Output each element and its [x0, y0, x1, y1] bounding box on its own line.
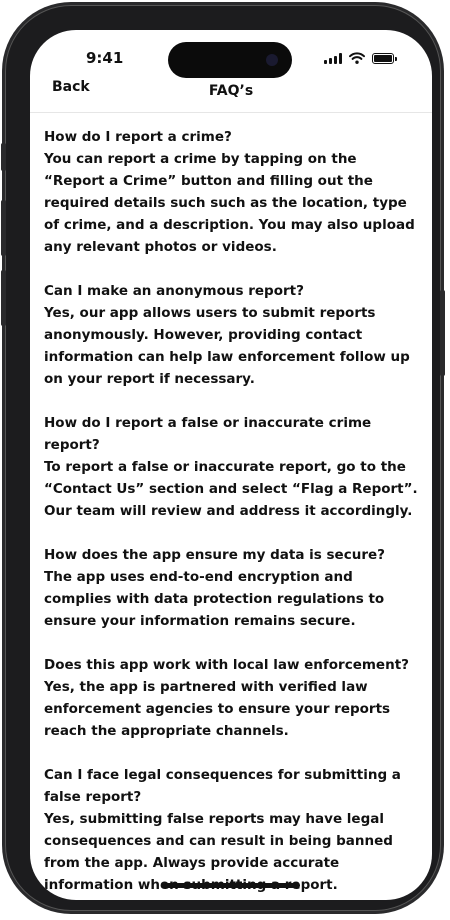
faq-question: Can I make an anonymous report? [44, 283, 304, 299]
faq-item: Does this app work with local law enforc… [44, 654, 420, 742]
home-indicator[interactable] [162, 883, 300, 888]
cellular-signal-icon [324, 53, 342, 64]
status-time: 9:41 [86, 49, 124, 67]
dynamic-island [168, 42, 292, 78]
faq-question: Can I face legal consequences for submit… [44, 767, 401, 805]
faq-question: How do I report a false or inaccurate cr… [44, 415, 372, 453]
faq-answer: Yes, the app is partnered with verified … [44, 679, 391, 739]
wifi-icon [349, 52, 365, 64]
faq-list: How do I report a crime? You can report … [44, 126, 420, 900]
volume-down-button [1, 270, 6, 326]
faq-item: How do I report a crime? You can report … [44, 126, 420, 258]
nav-bar: Back FAQ’s [30, 79, 432, 113]
page-title: FAQ’s [208, 83, 254, 99]
faq-answer: The app uses end-to-end encryption and c… [44, 569, 385, 629]
faq-item: How does the app ensure my data is secur… [44, 544, 420, 632]
faq-question: Does this app work with local law enforc… [44, 657, 409, 673]
volume-up-button [1, 200, 6, 256]
status-bar: 9:41 [30, 30, 432, 88]
phone-frame: 9:41 Back FAQ’s How do I report a crime?… [1, 5, 445, 911]
faq-answer: You can report a crime by tapping on the… [44, 151, 415, 255]
faq-item: Can I make an anonymous report? Yes, our… [44, 280, 420, 390]
faq-item: Can I face legal consequences for submit… [44, 764, 420, 896]
status-icons [324, 52, 397, 64]
battery-icon [372, 53, 397, 64]
action-button [1, 143, 6, 171]
power-button [440, 290, 445, 376]
front-camera [266, 54, 278, 66]
faq-question: How does the app ensure my data is secur… [44, 547, 385, 563]
faq-item: How do I report a false or inaccurate cr… [44, 412, 420, 522]
faq-answer: Yes, our app allows users to submit repo… [44, 305, 410, 387]
screen: 9:41 Back FAQ’s How do I report a crime?… [30, 30, 432, 900]
faq-answer: To report a false or inaccurate report, … [44, 459, 418, 519]
faq-question: How do I report a crime? [44, 129, 232, 145]
